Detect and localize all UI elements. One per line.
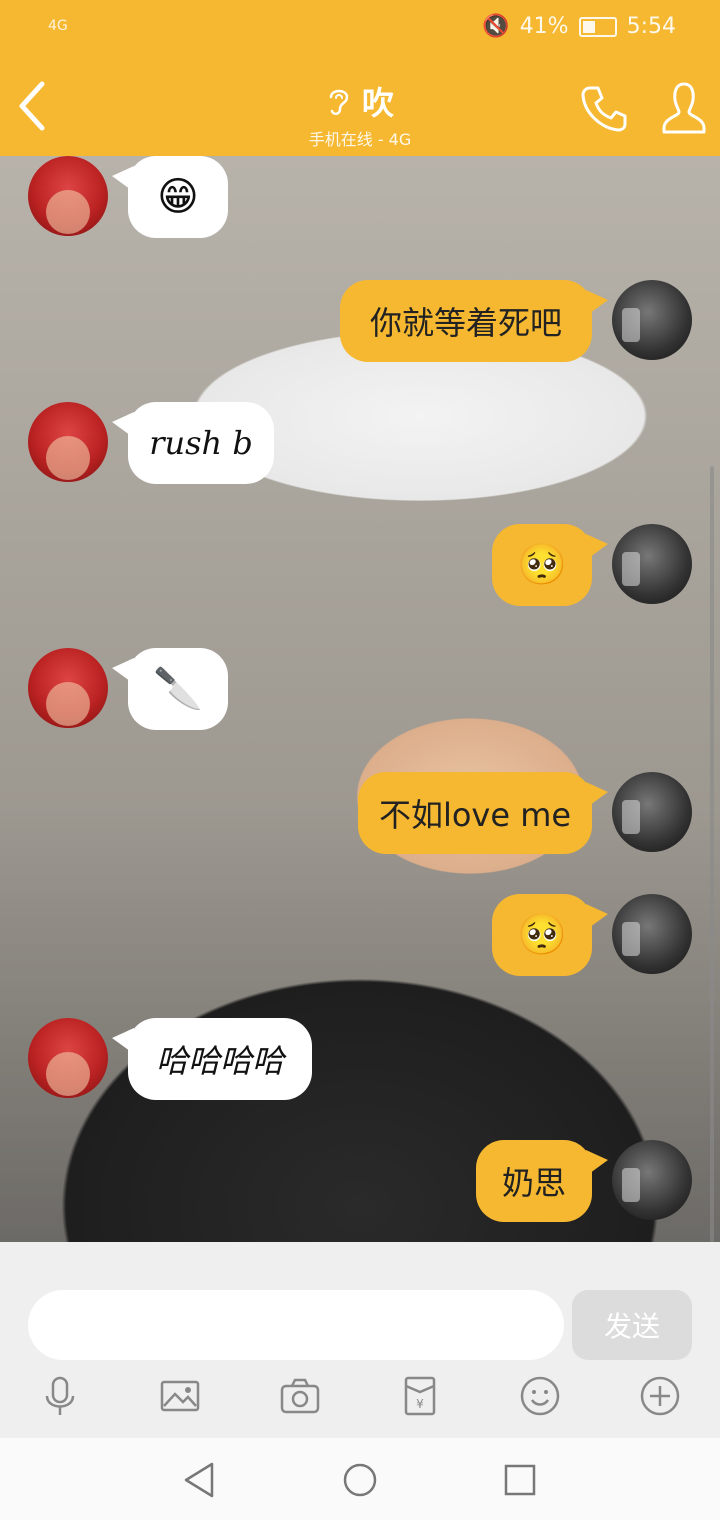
contact-avatar[interactable]: [28, 402, 108, 482]
camera-icon[interactable]: [278, 1374, 322, 1418]
self-avatar[interactable]: [612, 772, 692, 852]
status-right: 🔇 41% 5:54: [482, 14, 676, 39]
red-packet-icon[interactable]: ¥: [398, 1374, 442, 1418]
contact-avatar[interactable]: [28, 1018, 108, 1098]
battery-percent: 41%: [519, 14, 569, 39]
message-text: 不如love me: [378, 796, 572, 834]
svg-text:¥: ¥: [416, 1397, 424, 1411]
voice-call-button[interactable]: [578, 82, 630, 134]
nav-recents-icon[interactable]: [498, 1458, 542, 1502]
send-button[interactable]: 发送: [572, 1290, 692, 1360]
pleading-emoji: 🥺: [517, 542, 567, 588]
pleading-emoji: 🥺: [517, 912, 567, 958]
message-bubble-left[interactable]: rush b: [112, 402, 274, 484]
input-bar: 发送 ¥: [0, 1242, 720, 1438]
contact-avatar[interactable]: [28, 156, 108, 236]
message-text: 哈哈哈哈: [155, 1042, 284, 1080]
signal-indicator: 4G: [48, 18, 68, 34]
person-icon: [662, 82, 706, 134]
message-bubble-right[interactable]: 奶思: [476, 1140, 608, 1222]
chat-area[interactable]: 😁 你就等着死吧 rush b 🥺 🔪 不如love me 🥺 哈哈哈哈 奶思: [0, 156, 720, 1242]
toolbar: ¥: [0, 1366, 720, 1426]
microphone-icon[interactable]: [38, 1374, 82, 1418]
self-avatar[interactable]: [612, 1140, 692, 1220]
contact-avatar[interactable]: [28, 648, 108, 728]
message-bubble-left[interactable]: 😁: [112, 156, 228, 238]
battery-icon: [578, 16, 617, 37]
image-icon[interactable]: [158, 1374, 202, 1418]
status-bar: 4G 🔇 41% 5:54: [0, 0, 720, 56]
mute-icon: 🔇: [482, 14, 510, 39]
message-input[interactable]: [28, 1290, 564, 1360]
phone-icon: [581, 86, 627, 132]
message-text: 奶思: [501, 1164, 566, 1202]
grin-emoji: 😁: [157, 174, 199, 220]
nav-back-icon[interactable]: [178, 1458, 222, 1502]
message-bubble-left[interactable]: 🔪: [112, 648, 228, 730]
ear-icon: [329, 89, 349, 115]
message-text: 你就等着死吧: [369, 304, 562, 342]
self-avatar[interactable]: [612, 280, 692, 360]
contact-name: 吹: [361, 84, 394, 122]
system-nav-bar: [0, 1438, 720, 1520]
message-bubble-left[interactable]: 哈哈哈哈: [112, 1018, 312, 1100]
knife-emoji: 🔪: [153, 666, 203, 712]
nav-home-icon[interactable]: [338, 1458, 382, 1502]
message-text: rush b: [149, 424, 253, 462]
chat-title[interactable]: 吹: [326, 78, 394, 124]
message-bubble-right[interactable]: 不如love me: [358, 772, 608, 854]
message-bubble-right[interactable]: 🥺: [492, 524, 608, 606]
emoji-icon[interactable]: [518, 1374, 562, 1418]
top-bar: 4G 🔇 41% 5:54 吹 手机在线 - 4G: [0, 0, 720, 156]
profile-button[interactable]: [660, 80, 708, 136]
self-avatar[interactable]: [612, 524, 692, 604]
scrollbar[interactable]: [710, 466, 714, 1242]
plus-icon[interactable]: [638, 1374, 682, 1418]
message-bubble-right[interactable]: 🥺: [492, 894, 608, 976]
self-avatar[interactable]: [612, 894, 692, 974]
clock: 5:54: [626, 14, 676, 39]
message-bubble-right[interactable]: 你就等着死吧: [340, 280, 608, 362]
